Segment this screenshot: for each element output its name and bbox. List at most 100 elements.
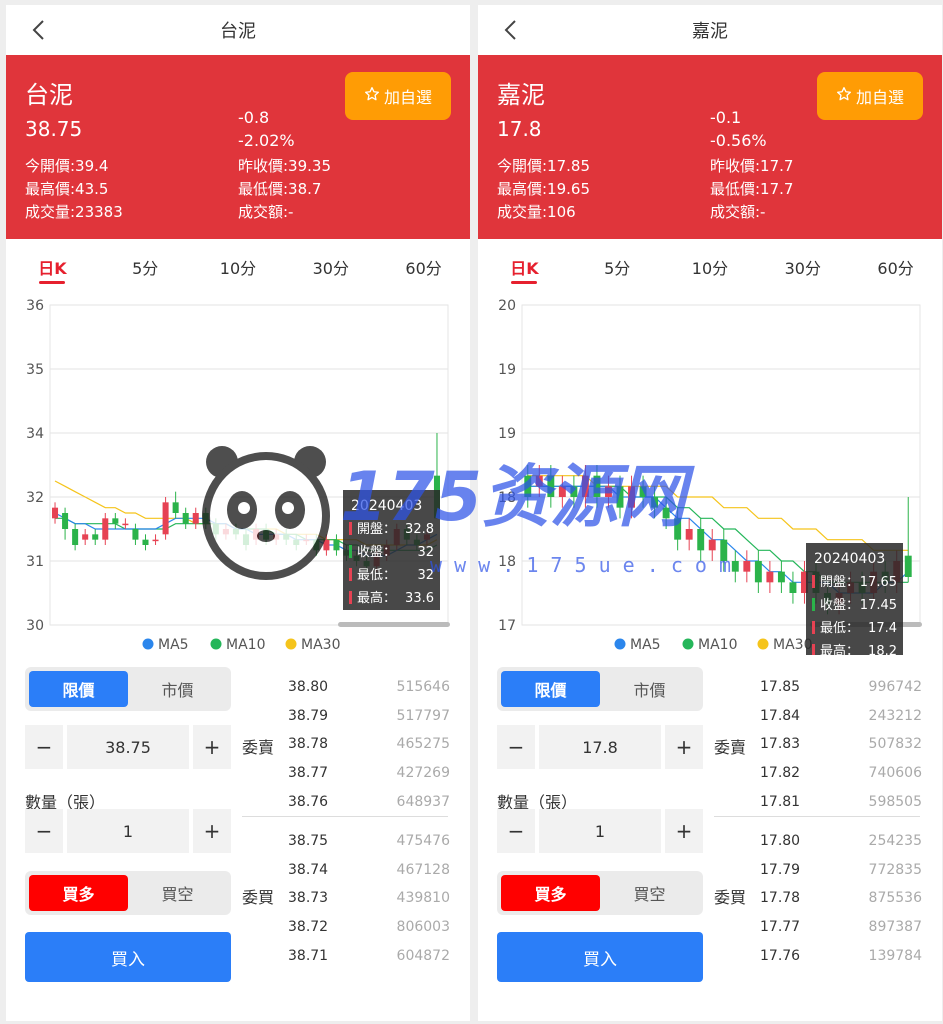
volume: 成交量:106 (497, 203, 576, 221)
market-order-button[interactable]: 市價 (128, 671, 227, 707)
back-arrow-icon[interactable] (500, 19, 522, 41)
volume: 成交量:23383 (25, 203, 123, 221)
candle (651, 497, 659, 508)
ask-row[interactable]: 17.83 507832 (760, 733, 922, 755)
price-change-pct: -0.56% (710, 131, 767, 150)
candle (708, 539, 716, 551)
candle (253, 529, 260, 540)
candle (283, 534, 290, 540)
ask-price: 38.80 (288, 679, 329, 695)
buy-short-button[interactable]: 買空 (600, 875, 699, 911)
submit-buy-button[interactable]: 買入 (497, 932, 703, 982)
bid-row[interactable]: 38.75 475476 (288, 830, 450, 852)
candle (192, 513, 199, 524)
open-price: 今開價:39.4 (25, 157, 109, 175)
limit-order-button[interactable]: 限價 (29, 671, 128, 707)
buy-long-button[interactable]: 買多 (501, 875, 600, 911)
tab-60min[interactable]: 60分 (377, 239, 470, 295)
tooltip-label: 開盤： (820, 575, 859, 590)
buy-long-button[interactable]: 買多 (29, 875, 128, 911)
tooltip-marker (349, 545, 352, 558)
tab-daily[interactable]: 日K (6, 239, 99, 295)
ask-row[interactable]: 38.76 648937 (288, 791, 450, 813)
bid-label: 委買 (242, 888, 275, 907)
market-order-button[interactable]: 市價 (600, 671, 699, 707)
quantity-input[interactable]: 1 (539, 809, 661, 853)
bid-row[interactable]: 38.71 604872 (288, 945, 450, 967)
ask-row[interactable]: 17.81 598505 (760, 791, 922, 813)
tooltip-label: 最低： (820, 621, 859, 636)
tab-30min[interactable]: 30分 (756, 239, 849, 295)
ask-row[interactable]: 38.79 517797 (288, 705, 450, 727)
candle (535, 475, 543, 487)
qty-minus-button[interactable]: − (25, 809, 63, 853)
bid-row[interactable]: 17.80 254235 (760, 830, 922, 852)
y-tick-label: 18 (498, 490, 516, 506)
ask-row[interactable]: 38.78 465275 (288, 733, 450, 755)
bid-row[interactable]: 17.78 875536 (760, 887, 922, 909)
kline-chart-svg[interactable]: 201919181817MA5 MA10 MA3020240403開盤： 17.65收… (478, 295, 942, 661)
candle (674, 518, 682, 540)
add-favorite-button[interactable]: 加自選 (345, 72, 451, 120)
quantity-input[interactable]: 1 (67, 809, 189, 853)
bid-price: 38.74 (288, 861, 329, 878)
legend-dot (210, 638, 222, 650)
price-input[interactable]: 38.75 (67, 725, 189, 769)
tab-10min[interactable]: 10分 (664, 239, 757, 295)
tab-30min[interactable]: 30分 (284, 239, 377, 295)
tab-5min[interactable]: 5分 (571, 239, 664, 295)
ask-volume: 243212 (868, 707, 922, 724)
bid-volume: 772835 (868, 861, 922, 878)
bid-row[interactable]: 17.77 897387 (760, 916, 922, 938)
bid-row[interactable]: 17.76 139784 (760, 945, 922, 967)
qty-plus-button[interactable]: + (193, 809, 231, 853)
tooltip-marker (349, 591, 352, 604)
legend-label: MA5 (630, 637, 661, 653)
nav-title: 台泥 (220, 21, 256, 42)
bid-row[interactable]: 38.72 806003 (288, 916, 450, 938)
limit-order-button[interactable]: 限價 (501, 671, 600, 707)
candle (152, 539, 159, 542)
add-favorite-label: 加自選 (383, 88, 432, 107)
tab-daily[interactable]: 日K (478, 239, 571, 295)
buy-short-button[interactable]: 買空 (128, 875, 227, 911)
amount: 成交額:- (710, 203, 766, 221)
bid-row[interactable]: 38.73 439810 (288, 887, 450, 909)
candle (263, 529, 270, 540)
y-tick-label: 19 (498, 362, 516, 378)
tab-5min[interactable]: 5分 (99, 239, 192, 295)
ask-price: 17.82 (760, 765, 801, 782)
tab-10min[interactable]: 10分 (192, 239, 285, 295)
bid-volume: 139784 (868, 947, 922, 964)
candle (172, 502, 179, 513)
bid-price: 38.75 (288, 833, 329, 849)
kline-chart[interactable]: 36 35 34 32 31 30 MA5 MA10 MA30 20240403 開盤： 32.8 收盤… (6, 295, 470, 655)
kline-chart-svg[interactable]: 36 35 34 32 31 30 MA5 MA10 MA30 20240403 開盤： 32.8 收盤… (6, 295, 470, 655)
ask-row[interactable]: 17.84 243212 (760, 705, 922, 727)
submit-buy-button[interactable]: 買入 (25, 932, 231, 982)
qty-plus-button[interactable]: + (665, 809, 703, 853)
price-minus-button[interactable]: − (497, 725, 535, 769)
qty-minus-button[interactable]: − (497, 809, 535, 853)
star-icon (836, 86, 852, 106)
side-toggle: 買多 買空 (25, 871, 231, 915)
star-icon (364, 86, 380, 106)
stock-panel-0: 台泥 台泥 38.75 -0.8 -2.02% 今開價:39.4 昨收價:39.… (6, 5, 470, 1021)
bid-row[interactable]: 38.74 467128 (288, 859, 450, 881)
ask-row[interactable]: 38.80 515646 (288, 676, 450, 698)
ask-row[interactable]: 17.82 740606 (760, 762, 922, 784)
back-arrow-icon[interactable] (28, 19, 50, 41)
candle (112, 518, 119, 524)
add-favorite-button[interactable]: 加自選 (817, 72, 923, 120)
tab-60min[interactable]: 60分 (849, 239, 942, 295)
bid-row[interactable]: 17.79 772835 (760, 859, 922, 881)
ask-row[interactable]: 17.85 996742 (760, 676, 922, 698)
price-input[interactable]: 17.8 (539, 725, 661, 769)
ask-row[interactable]: 38.77 427269 (288, 762, 450, 784)
price-plus-button[interactable]: + (665, 725, 703, 769)
price-minus-button[interactable]: − (25, 725, 63, 769)
quote-header: 嘉泥 17.8 -0.1 -0.56% 今開價:17.85 昨收價:17.7 最… (478, 55, 942, 239)
low-price: 最低價:38.7 (238, 180, 322, 198)
kline-chart[interactable]: 20 19 19 18 18 17 MA5 MA10 MA30 20240403 開盤： 17.65 收… (478, 295, 942, 661)
price-plus-button[interactable]: + (193, 725, 231, 769)
